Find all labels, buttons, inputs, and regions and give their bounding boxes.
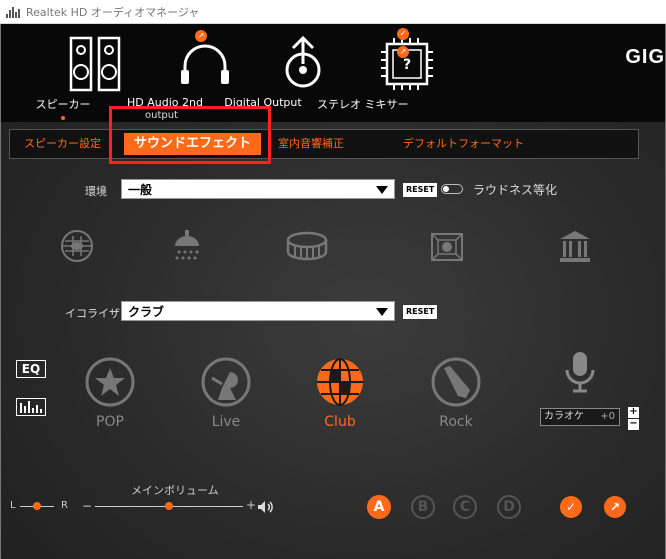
preset-label: POP [96,414,124,430]
rock-icon [431,357,481,407]
profile-b-button[interactable]: B [411,495,435,519]
device-digital-output[interactable]: Digital Output [223,24,321,122]
profile-a-button[interactable]: A [367,495,391,519]
equalizer-value: クラブ [128,305,165,319]
jack-icon: ↗ [609,500,621,514]
title-bar: Realtek HD オーディオマネージャ [0,0,666,24]
main-volume-label: メインボリューム [131,484,219,497]
tab-default-format[interactable]: デフォルトフォーマット [403,130,524,158]
brand-logo: GIG [625,46,665,68]
karaoke-decrease-button[interactable]: − [628,419,639,430]
microphone-icon [565,352,595,393]
volume-plus: + [246,498,257,512]
karaoke-control: カラオケ +0 [540,408,620,426]
svg-text:?: ? [403,57,411,73]
environment-hall[interactable] [557,228,593,268]
device-hd-audio[interactable]: ↗ HD Audio 2nd [125,24,229,122]
tab-sound-effects[interactable]: サウンドエフェクト [124,133,262,155]
profile-d-button[interactable]: D [497,495,521,519]
balance-knob[interactable] [33,502,41,510]
box-room-icon [431,233,463,261]
karaoke-increase-button[interactable]: + [628,407,639,418]
eq-button[interactable]: EQ [16,360,46,378]
device-speaker[interactable]: スピーカー [31,24,121,122]
equalizer-bars-icon [20,401,42,413]
app-icon [6,6,20,18]
environment-select[interactable]: 一般 [121,179,395,199]
chevron-down-icon [376,186,388,194]
hall-icon [560,231,590,262]
environment-arena[interactable] [285,228,329,268]
pop-icon [85,357,135,407]
live-icon [201,357,251,407]
jack-settings-button[interactable]: ↗ [604,496,626,518]
device-stereo-mixer[interactable]: ? ✓ ↗ ステレオ ミキサー [317,24,433,122]
equalizer-select[interactable]: クラブ [121,301,395,321]
main-volume-knob[interactable] [165,502,173,510]
window-title: Realtek HD オーディオマネージャ [26,5,200,19]
stereo-mixer-icon: ? [381,38,433,90]
main-panel: スピーカー ↗ HD Audio 2nd Digital Output ? ✓ … [0,24,666,559]
check-icon: ✓ [397,28,409,40]
environment-box-room[interactable] [429,228,465,268]
preset-label: Live [211,414,241,430]
preset-rock[interactable]: Rock [421,356,491,430]
environment-label: 環境 [85,185,107,198]
speaker-icon [69,36,121,92]
equalizer-label: イコライザ [65,307,120,320]
device-label: HD Audio 2nd [127,96,203,109]
tab-bar: スピーカー設定 サウンドエフェクト 室内音響補正 デフォルトフォーマット [9,129,639,159]
profile-c-button[interactable]: C [453,495,477,519]
tab-room-correction[interactable]: 室内音響補正 [278,130,344,158]
graphic-eq-button[interactable] [16,398,46,416]
preset-pop[interactable]: POP [75,356,145,430]
device-bar: スピーカー ↗ HD Audio 2nd Digital Output ? ✓ … [1,24,665,122]
jack-icon: ↗ [195,30,207,42]
club-icon [317,358,363,406]
preset-label: Rock [439,414,473,430]
preset-live[interactable]: Live [191,356,261,430]
volume-minus: − [82,499,93,513]
environment-reset-button[interactable]: RESET [402,182,439,198]
check-icon: ✓ [565,500,577,514]
tab-speaker-settings[interactable]: スピーカー設定 [24,130,101,158]
balance-right-label: R [61,500,68,511]
karaoke-label: カラオケ [544,411,584,422]
device-label: Digital Output [224,96,302,109]
preset-club[interactable]: Club [305,356,375,430]
balance-left-label: L [10,500,16,511]
device-subtitle: output [145,110,178,121]
loudness-label: ラウドネス等化 [473,183,558,197]
arena-icon [286,231,328,261]
device-label: スピーカー [35,98,91,111]
chevron-down-icon [376,308,388,316]
equalizer-reset-button[interactable]: RESET [402,304,439,320]
shower-icon [175,230,199,260]
active-device-indicator [61,116,65,120]
karaoke-value: +0 [600,411,615,422]
jack-icon: ↗ [397,46,409,58]
loudness-toggle[interactable] [441,184,463,194]
device-label: ステレオ ミキサー [317,98,409,111]
environment-stone-room[interactable] [59,228,95,268]
preset-label: Club [324,414,356,430]
stone-room-icon [61,230,93,262]
check-button[interactable]: ✓ [560,496,582,518]
environment-value: 一般 [128,183,153,197]
environment-shower[interactable] [169,228,205,268]
speaker-volume-icon[interactable] [257,500,275,514]
toggle-knob [443,186,449,192]
